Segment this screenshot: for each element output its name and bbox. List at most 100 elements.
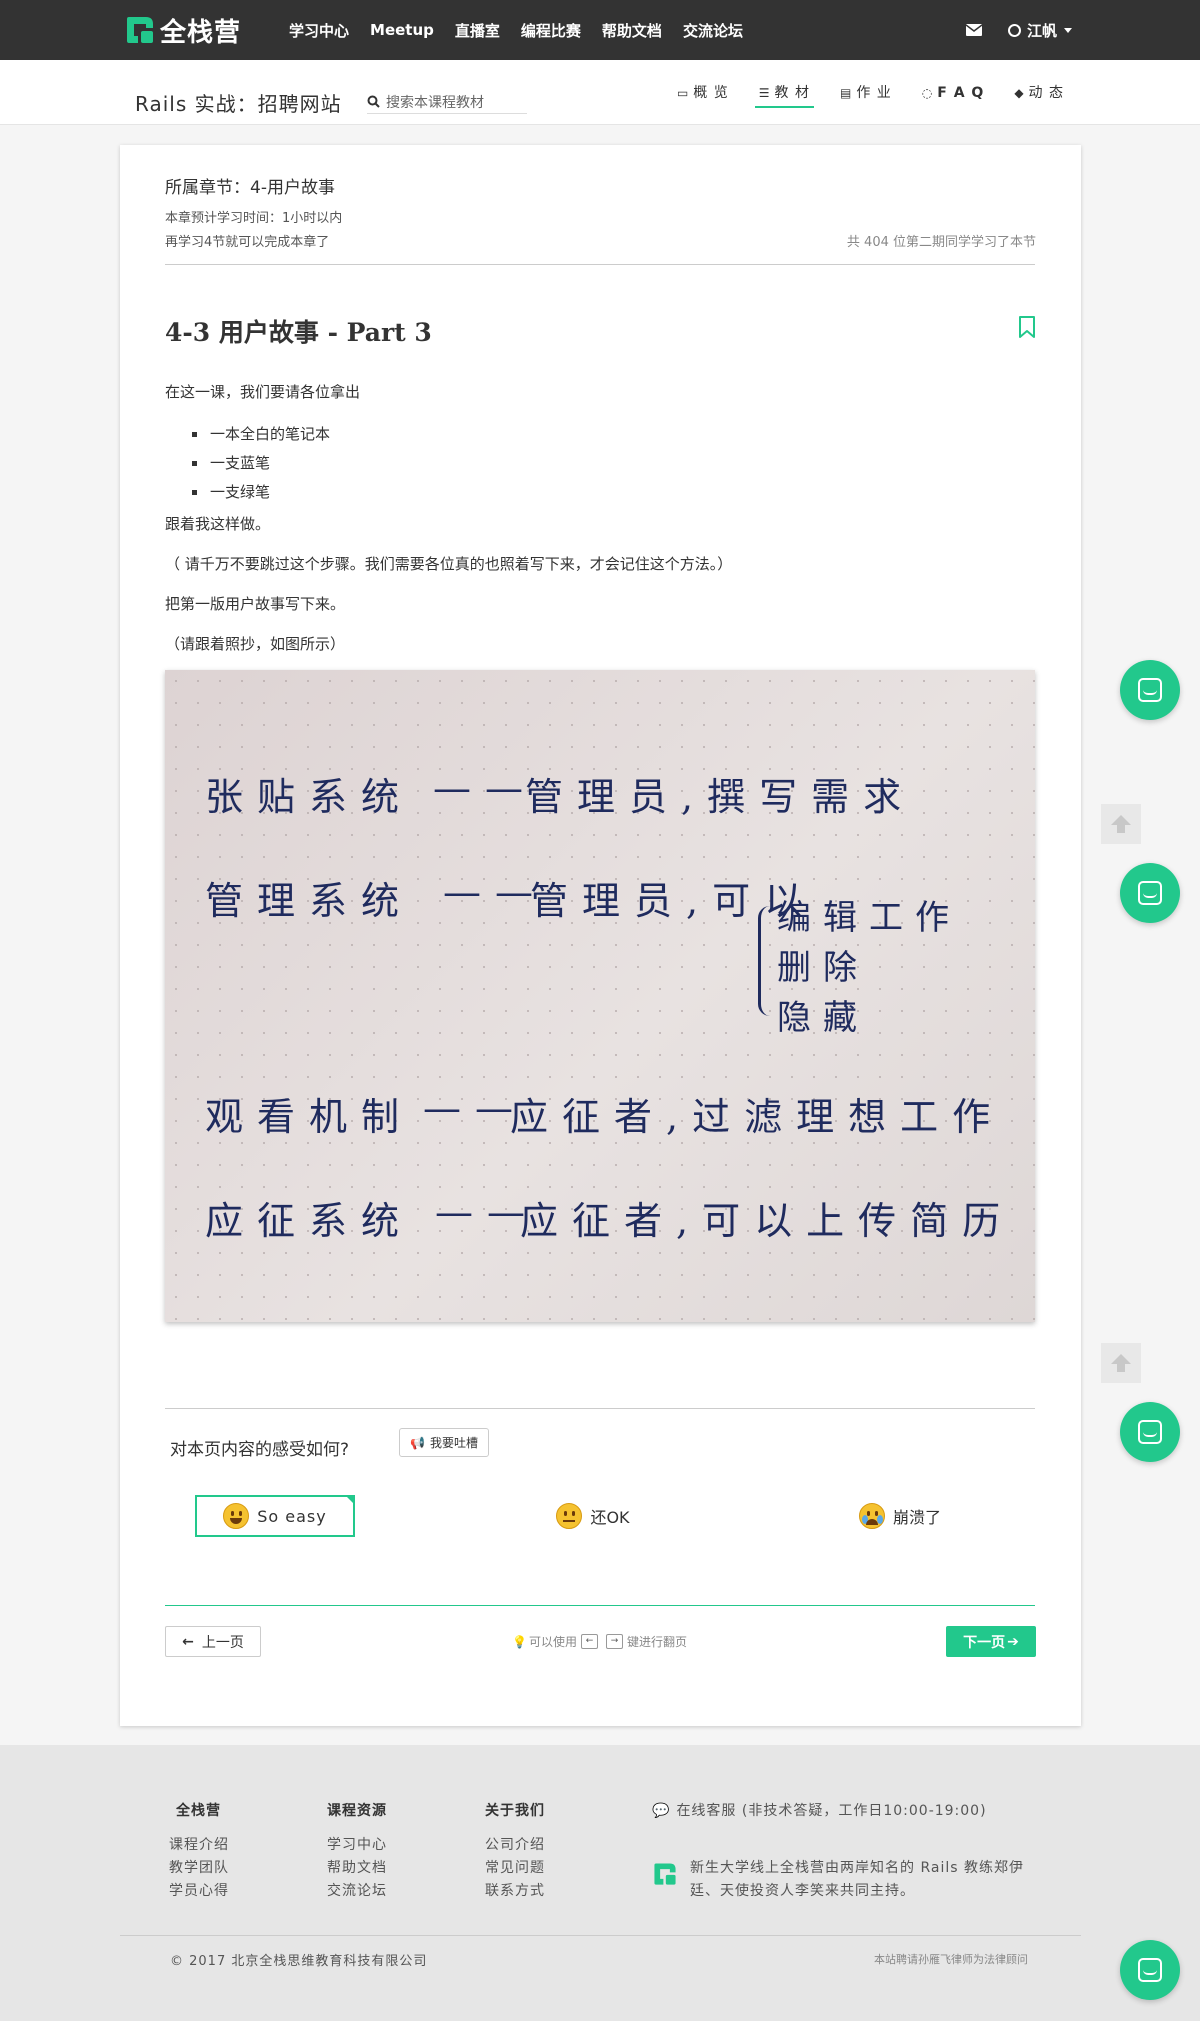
prev-page-button[interactable]: ← 上一页 bbox=[165, 1626, 261, 1657]
footer-logo-icon bbox=[654, 1863, 676, 1885]
chapter-label: 所属章节：4-用户故事 bbox=[165, 178, 335, 198]
user-icon bbox=[1007, 23, 1021, 37]
supply-list: 一本全白的笔记本 一支蓝笔 一支绿笔 bbox=[192, 420, 330, 507]
hw-text: 编辑工作 bbox=[777, 898, 961, 938]
key-right: → bbox=[605, 1634, 623, 1649]
main-nav: 学习中心 Meetup 直播室 编程比赛 帮助文档 交流论坛 bbox=[289, 0, 764, 60]
nav-learning-center[interactable]: 学习中心 bbox=[289, 20, 349, 41]
chat-widget-button[interactable] bbox=[1120, 1940, 1180, 2000]
footer-about-text: 新生大学线上全栈营由两岸知名的 Rails 教练郑伊廷、天使投资人李笑来共同主持… bbox=[690, 1860, 1024, 1899]
footer-link[interactable]: 教学团队 bbox=[169, 1857, 229, 1880]
chat-widget-button[interactable] bbox=[1120, 1402, 1180, 1462]
footer-link[interactable]: 联系方式 bbox=[485, 1880, 545, 1903]
footer-link[interactable]: 常见问题 bbox=[485, 1857, 545, 1880]
search-input[interactable]: 搜索本课程教材 bbox=[386, 92, 484, 112]
rating-so-easy[interactable]: So easy bbox=[195, 1495, 355, 1537]
crying-face-icon bbox=[858, 1503, 885, 1529]
nav-coding-contest[interactable]: 编程比赛 bbox=[521, 20, 581, 41]
footer-link[interactable]: 学员心得 bbox=[169, 1880, 229, 1903]
online-service[interactable]: 💬 在线客服 (非技术答疑，工作日10:00-19:00) bbox=[652, 1800, 987, 1820]
nav-forum[interactable]: 交流论坛 bbox=[683, 20, 743, 41]
bookmark-icon[interactable] bbox=[1018, 315, 1036, 339]
hw-text: 应征系统 bbox=[205, 1199, 414, 1243]
copyright: © 2017 北京全栈思维教育科技有限公司 bbox=[170, 1954, 428, 1969]
list-icon: ☰ bbox=[758, 85, 771, 100]
user-menu[interactable]: 江帆 bbox=[1007, 20, 1072, 41]
search-icon bbox=[367, 95, 380, 108]
megaphone-icon: 📢 bbox=[410, 1435, 425, 1450]
tab-faq[interactable]: ◌ F A Q bbox=[918, 78, 989, 108]
document-icon: ▤ bbox=[839, 85, 853, 100]
handwritten-brace bbox=[758, 906, 776, 1016]
monitor-icon: ▭ bbox=[676, 85, 690, 100]
lesson-intro: 在这一课，我们要请各位拿出 bbox=[165, 383, 361, 401]
back-to-top-button[interactable] bbox=[1101, 804, 1141, 844]
rating-crashed[interactable]: 崩溃了 bbox=[840, 1495, 960, 1537]
footer-col-resources: 课程资源 学习中心 帮助文档 交流论坛 bbox=[327, 1800, 387, 1903]
chat-widget-button[interactable] bbox=[1120, 660, 1180, 720]
site-footer: 全栈营 课程介绍 教学团队 学员心得 课程资源 学习中心 帮助文档 交流论坛 关… bbox=[0, 1745, 1200, 2021]
hw-text: 观看机制 bbox=[205, 1095, 414, 1139]
arrow-left-icon: ← bbox=[182, 1633, 194, 1650]
footer-col-about: 关于我们 公司介绍 常见问题 联系方式 bbox=[485, 1800, 545, 1903]
footer-col-bootcamp: 全栈营 课程介绍 教学团队 学员心得 bbox=[169, 1800, 229, 1903]
footer-link[interactable]: 公司介绍 bbox=[485, 1834, 545, 1857]
lesson-follow: 跟着我这样做。 bbox=[165, 515, 271, 533]
chat-bubbles-icon: 💬 bbox=[652, 1803, 671, 1819]
key-left: ← bbox=[580, 1634, 598, 1649]
hw-text: 应征者,过滤理想工作 bbox=[510, 1095, 1005, 1139]
chat-widget-button[interactable] bbox=[1120, 863, 1180, 923]
footer-heading: 全栈营 bbox=[176, 1803, 221, 1819]
handwritten-notes-image: 张贴系统 —— 管理员,撰写需求 管理系统 —— 管理员,可以 编辑工作 删除 … bbox=[165, 670, 1035, 1322]
list-item: 一支绿笔 bbox=[192, 478, 330, 507]
tab-homework[interactable]: ▤ 作 业 bbox=[836, 78, 896, 108]
top-navbar: 全栈营 学习中心 Meetup 直播室 编程比赛 帮助文档 交流论坛 江帆 bbox=[0, 0, 1200, 60]
neutral-face-icon bbox=[556, 1503, 583, 1529]
footer-link[interactable]: 交流论坛 bbox=[327, 1880, 387, 1903]
lightbulb-icon: 💡 bbox=[512, 1634, 527, 1649]
legal-notice: 本站聘请孙雁飞律师为法律顾问 bbox=[874, 1953, 1028, 1966]
grinning-face-icon bbox=[223, 1503, 250, 1529]
tab-activity[interactable]: ◆ 动 态 bbox=[1010, 78, 1068, 108]
tab-materials[interactable]: ☰ 教 材 bbox=[754, 78, 814, 108]
remaining-sections: 再学习4节就可以完成本章了 bbox=[165, 235, 330, 250]
footer-link[interactable]: 学习中心 bbox=[327, 1834, 387, 1857]
hw-text: 隐藏 bbox=[777, 998, 869, 1038]
estimate-time: 本章预计学习时间：1小时以内 bbox=[165, 211, 343, 226]
divider bbox=[165, 264, 1035, 265]
course-search[interactable]: 搜索本课程教材 bbox=[367, 90, 527, 114]
divider bbox=[165, 1605, 1035, 1606]
footer-heading: 关于我们 bbox=[485, 1803, 545, 1819]
footer-link[interactable]: 帮助文档 bbox=[327, 1857, 387, 1880]
footer-link[interactable]: 课程介绍 bbox=[169, 1834, 229, 1857]
course-title[interactable]: Rails 实战：招聘网站 bbox=[135, 88, 342, 117]
tag-icon: ◆ bbox=[1014, 85, 1025, 100]
nav-help-docs[interactable]: 帮助文档 bbox=[602, 20, 662, 41]
back-to-top-button[interactable] bbox=[1101, 1343, 1141, 1383]
footer-heading: 课程资源 bbox=[327, 1803, 387, 1819]
lesson-card: 所属章节：4-用户故事 本章预计学习时间：1小时以内 再学习4节就可以完成本章了… bbox=[120, 145, 1081, 1726]
chat-icon: ◌ bbox=[921, 85, 934, 100]
arrow-right-icon: ➔ bbox=[1007, 1633, 1019, 1650]
list-item: 一支蓝笔 bbox=[192, 449, 330, 478]
hw-text: 删除 bbox=[777, 948, 869, 988]
rant-button[interactable]: 📢 我要吐槽 bbox=[399, 1428, 489, 1457]
hw-text: 应征者,可以上传简历 bbox=[520, 1199, 1015, 1243]
nav-meetup[interactable]: Meetup bbox=[370, 21, 434, 39]
hw-text: 管理员,撰写需求 bbox=[525, 775, 916, 819]
tab-overview[interactable]: ▭ 概 览 bbox=[673, 78, 733, 108]
nav-user-area: 江帆 bbox=[965, 0, 1072, 60]
lesson-title: 4-3 用户故事 - Part 3 bbox=[165, 318, 432, 347]
logo-text: 全栈营 bbox=[160, 17, 242, 48]
rating-ok[interactable]: 还OK bbox=[533, 1495, 653, 1537]
caret-down-icon bbox=[1064, 27, 1072, 33]
hw-text: 管理系统 bbox=[205, 879, 414, 923]
user-name: 江帆 bbox=[1026, 21, 1057, 40]
nav-live-room[interactable]: 直播室 bbox=[455, 20, 500, 41]
mail-icon[interactable] bbox=[965, 24, 982, 36]
course-tabs: ▭ 概 览 ☰ 教 材 ▤ 作 业 ◌ F A Q ◆ 动 态 bbox=[651, 60, 1068, 125]
site-logo[interactable]: 全栈营 bbox=[124, 14, 242, 48]
feedback-question: 对本页内容的感受如何? bbox=[170, 1440, 350, 1460]
next-page-button[interactable]: 下一页 ➔ bbox=[946, 1626, 1036, 1657]
logo-icon bbox=[127, 17, 153, 43]
